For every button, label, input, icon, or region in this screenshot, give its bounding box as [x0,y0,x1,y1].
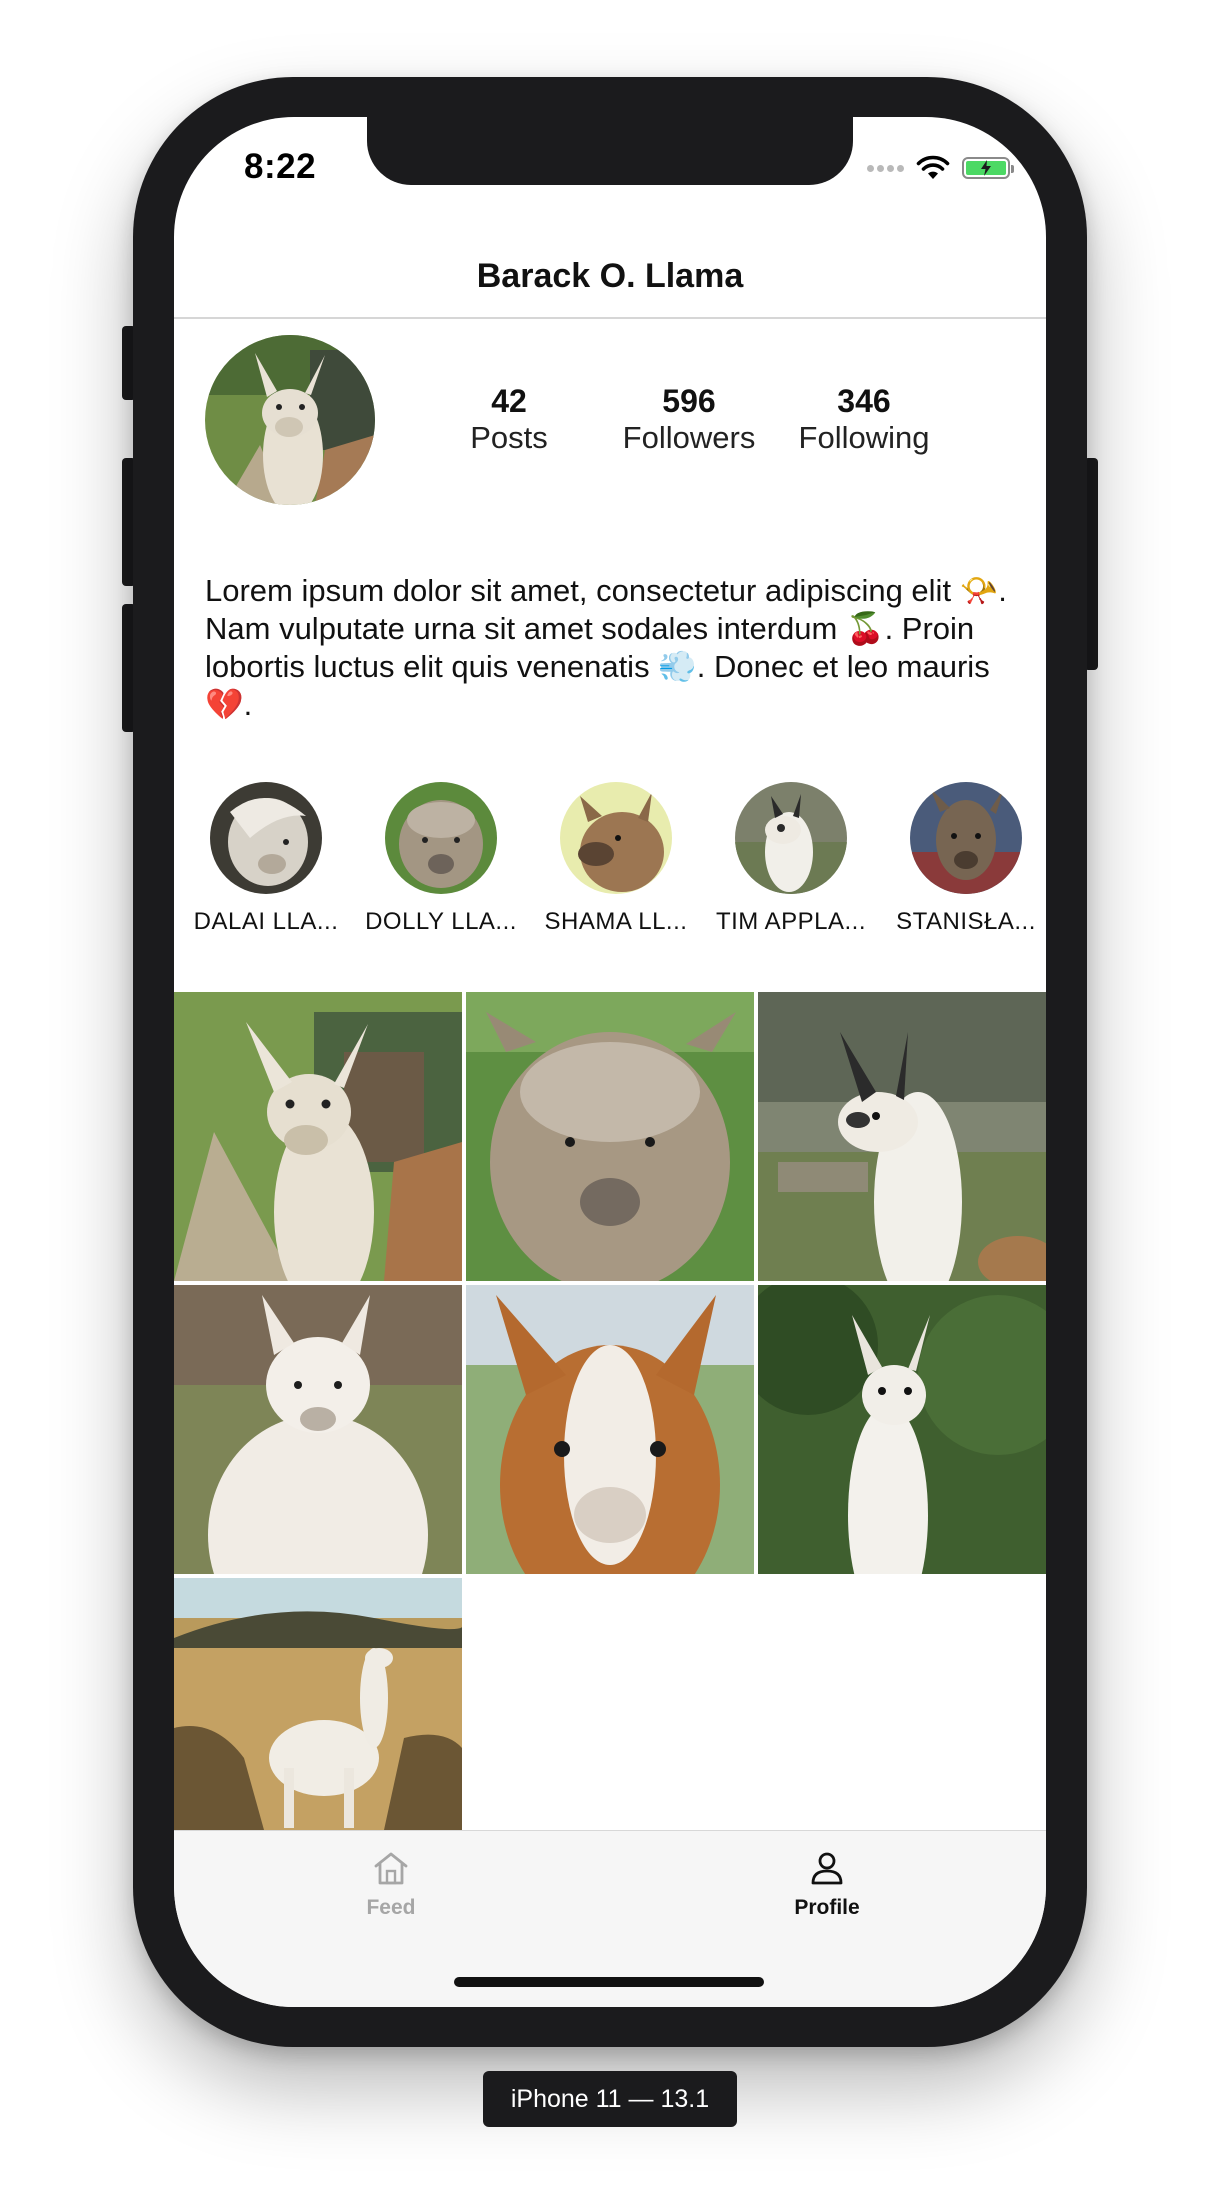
highlight-avatar [385,782,497,894]
highlight-item[interactable]: DALAI LLA... [181,782,351,936]
followers-label: Followers [622,420,756,455]
posts-count: 42 [491,383,527,419]
llama-avatar-image [205,335,375,505]
tab-feed-label: Feed [366,1896,416,1919]
home-icon [374,1852,408,1885]
status-time: 8:22 [244,147,317,186]
tab-feed[interactable]: Feed [291,1850,491,1920]
highlight-name: DALAI LLA... [193,908,339,935]
phone-screen: 8:22 Barack O. Llama 42 Posts 596 Follow… [174,117,1046,2007]
highlight-item[interactable]: SHAMA LL... [531,782,701,936]
highlight-item[interactable]: TIM APPLA... [706,782,876,936]
following-stat[interactable]: 346 Following [774,383,954,457]
wifi-icon [916,155,950,179]
tab-profile[interactable]: Profile [727,1850,927,1920]
post-thumbnail[interactable] [466,1285,754,1574]
following-label: Following [798,420,930,455]
post-thumbnail[interactable] [174,1578,462,1830]
battery-icon [962,157,1014,179]
profile-bio: Lorem ipsum dolor sit amet, consectetur … [205,573,1007,722]
home-indicator[interactable] [454,1977,764,1987]
page-title: Barack O. Llama [476,256,744,295]
profile-avatar[interactable] [205,335,375,505]
highlight-name: TIM APPLA... [715,908,867,935]
followers-count: 596 [662,383,716,419]
post-thumbnail[interactable] [174,992,462,1281]
highlight-avatar [210,782,322,894]
highlight-avatar [560,782,672,894]
person-icon [811,1852,843,1885]
post-thumbnail[interactable] [466,992,754,1281]
post-thumbnail[interactable] [758,1285,1046,1574]
following-count: 346 [837,383,891,419]
status-indicators [867,155,1014,181]
story-highlights: DALAI LLA... DOLLY LLA... SHAMA LL... TI… [174,782,1046,952]
post-thumbnail[interactable] [174,1285,462,1574]
post-thumbnail[interactable] [758,992,1046,1281]
navigation-header: Barack O. Llama [174,235,1046,319]
posts-stat[interactable]: 42 Posts [454,383,564,457]
highlight-item[interactable]: DOLLY LLA... [356,782,526,936]
cellular-signal-icon [867,164,904,172]
highlight-avatar [910,782,1022,894]
notch [367,117,853,185]
device-caption: iPhone 11 — 13.1 [483,2071,737,2127]
highlight-name: SHAMA LL... [544,908,688,935]
highlight-name: DOLLY LLA... [365,908,517,935]
highlight-avatar [735,782,847,894]
followers-stat[interactable]: 596 Followers [594,383,784,457]
highlight-name: STANISŁA... [896,908,1036,935]
tab-profile-label: Profile [794,1896,860,1919]
posts-label: Posts [470,420,548,455]
highlight-item[interactable]: STANISŁA... [881,782,1046,936]
